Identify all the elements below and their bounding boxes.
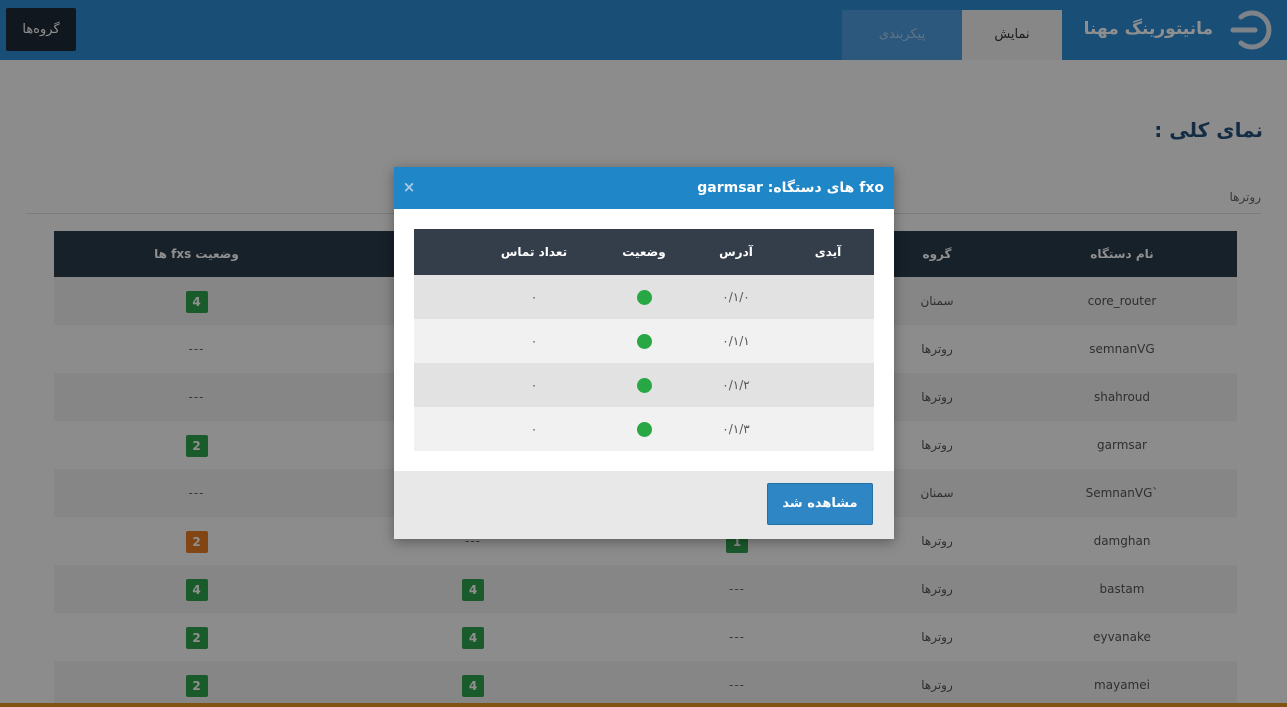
fxo-id-cell — [782, 363, 874, 407]
modal-footer: مشاهده شد — [394, 471, 894, 539]
fxo-id-cell — [782, 275, 874, 319]
fxo-row: ۰/۱/۰ ۰ — [414, 275, 874, 319]
fxo-id-cell — [782, 407, 874, 451]
fxo-modal: fxo های دستگاه: garmsar × آیدی آدرس وضعی… — [394, 167, 894, 539]
fxo-address-cell: ۰/۱/۳ — [722, 422, 750, 436]
fxo-row: ۰/۱/۱ ۰ — [414, 319, 874, 363]
modal-header: fxo های دستگاه: garmsar × — [394, 167, 894, 209]
status-online-icon — [636, 334, 652, 349]
fxo-id-cell — [782, 319, 874, 363]
fxo-address-cell: ۰/۱/۱ — [722, 334, 750, 348]
fxo-call-count-cell: ۰ — [530, 334, 538, 348]
fxo-table-header: آیدی آدرس وضعیت تعداد تماس — [414, 229, 874, 275]
fxo-status-cell — [598, 275, 690, 319]
fxo-status-cell — [598, 363, 690, 407]
fxo-call-count-cell: ۰ — [530, 422, 538, 436]
fxo-status-cell — [598, 407, 690, 451]
header-id: آیدی — [814, 245, 842, 259]
fxo-row: ۰/۱/۲ ۰ — [414, 363, 874, 407]
fxo-call-count-cell: ۰ — [530, 378, 538, 392]
status-online-icon — [636, 290, 652, 305]
fxo-table: آیدی آدرس وضعیت تعداد تماس ۰/۱/۰ ۰ ۰/۱/۱ ۰ ۰… — [414, 229, 874, 451]
fxo-address-cell: ۰/۱/۲ — [722, 378, 750, 392]
seen-button[interactable]: مشاهده شد — [767, 483, 873, 525]
fxo-row: ۰/۱/۳ ۰ — [414, 407, 874, 451]
modal-title: fxo های دستگاه: garmsar — [697, 180, 884, 196]
close-icon[interactable]: × — [402, 178, 416, 196]
header-address: آدرس — [719, 245, 753, 259]
modal-body: آیدی آدرس وضعیت تعداد تماس ۰/۱/۰ ۰ ۰/۱/۱ ۰ ۰… — [394, 209, 894, 471]
status-online-icon — [636, 422, 652, 437]
fxo-status-cell — [598, 319, 690, 363]
status-online-icon — [636, 378, 652, 393]
fxo-address-cell: ۰/۱/۰ — [722, 290, 750, 304]
header-status: وضعیت — [622, 245, 666, 259]
header-call-count: تعداد تماس — [500, 245, 568, 259]
fxo-call-count-cell: ۰ — [530, 290, 538, 304]
